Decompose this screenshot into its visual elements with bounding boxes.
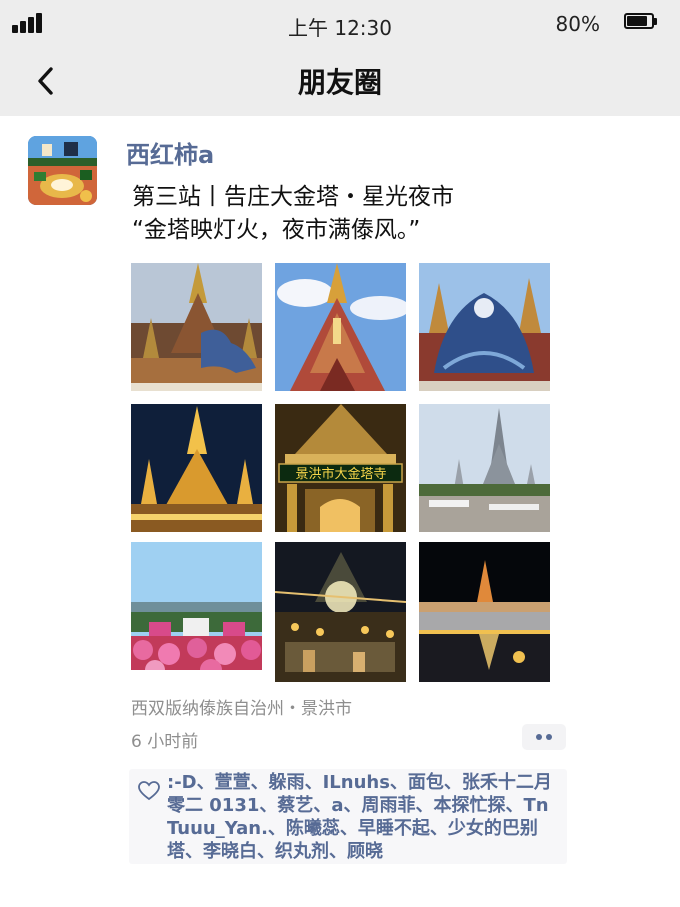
temple-gate-sign-photo[interactable]: 景洪市大金塔寺 [275,404,406,532]
more-dots-icon[interactable] [522,724,566,750]
post-text: 第三站丨告庄大金塔・星光夜市 “金塔映灯火，夜市满傣风。” [132,181,454,247]
battery-icon [624,13,658,31]
riverside-temple-photo[interactable] [419,404,550,532]
golden-pagoda-blue-dragon-photo[interactable] [131,263,262,391]
night-market-umbrellas-photo[interactable] [131,542,262,670]
avatar[interactable] [28,136,97,205]
location[interactable]: 西双版纳傣族自治州・景洪市 [131,694,352,719]
post-time: 6 小时前 [131,732,199,752]
battery-percent: 80% [555,12,600,36]
night-market-lights-photo[interactable] [275,542,406,682]
post-text-line: 第三站丨告庄大金塔・星光夜市 [132,184,454,210]
username[interactable]: 西红柿a [126,135,214,170]
photo-grid: 景洪市大金塔寺 [131,263,550,682]
heart-icon [138,780,160,802]
illuminated-golden-temple-night-photo[interactable] [131,404,262,532]
likes-list[interactable]: :-D、萱萱、躲雨、ILnuhs、面包、张禾十二月零二 0131、蔡艺、a、周雨… [167,771,559,863]
page-title: 朋友圈 [297,66,382,99]
status-bar: 上午 12:30 80% [0,0,680,46]
likes-section: :-D、萱萱、躲雨、ILnuhs、面包、张禾十二月零二 0131、蔡艺、a、周雨… [129,769,567,864]
post-text-line: “金塔映灯火，夜市满傣风。” [132,217,421,243]
red-golden-stupa-photo[interactable] [275,263,406,391]
temple-at-night-bridge-photo[interactable] [419,542,550,682]
photo-sign-text: 景洪市大金塔寺 [295,466,386,482]
nav-bar: 朋友圈 [0,46,680,116]
blue-dragon-statue-photo[interactable] [419,263,550,391]
